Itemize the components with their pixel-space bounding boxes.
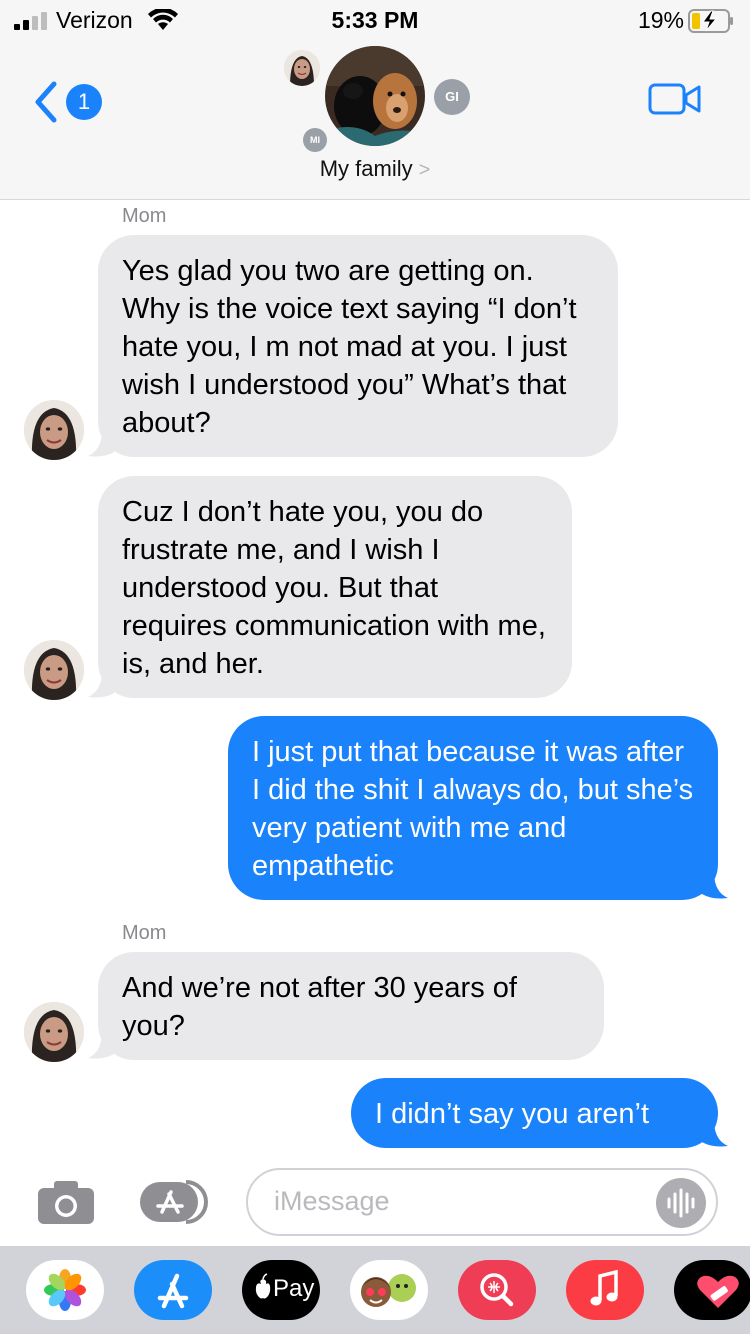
- bubble-tail: [88, 430, 114, 457]
- sender-name: Mom: [122, 922, 167, 944]
- group-photo-avatar[interactable]: [325, 46, 425, 146]
- group-name-label: My family: [319, 156, 413, 181]
- status-bar: Verizon 5:33 PM 19%: [0, 0, 750, 40]
- back-button[interactable]: 1: [32, 80, 102, 124]
- bubble-tail: [88, 671, 114, 698]
- compose-bar: iMessage: [0, 1158, 750, 1248]
- music-icon[interactable]: [566, 1260, 644, 1320]
- bubble-tail: [702, 872, 728, 899]
- mom-avatar[interactable]: [24, 1002, 84, 1062]
- mom-avatar[interactable]: [24, 400, 84, 460]
- mom-avatar[interactable]: [24, 640, 84, 700]
- apple-pay-label: Pay: [273, 1275, 315, 1302]
- imessage-input[interactable]: iMessage: [246, 1168, 718, 1236]
- battery-percent: 19%: [637, 7, 684, 33]
- chevron-left-icon: [35, 81, 57, 123]
- waveform-icon: [667, 1188, 695, 1218]
- app-store-apps-icon[interactable]: [138, 1178, 214, 1226]
- memoji-icon[interactable]: [350, 1260, 428, 1320]
- bubble-tail: [702, 1120, 728, 1147]
- audio-message-button[interactable]: [656, 1178, 706, 1228]
- heart-sticker-icon[interactable]: [674, 1260, 750, 1320]
- camera-icon[interactable]: [36, 1178, 96, 1226]
- apple-pay-icon[interactable]: Pay: [242, 1260, 320, 1320]
- imessage-app-drawer: Pay: [0, 1246, 750, 1334]
- bubble-tail: [88, 1032, 114, 1059]
- unread-count-badge: 1: [66, 84, 102, 120]
- battery-charging-icon: [688, 9, 733, 33]
- photos-icon[interactable]: [26, 1260, 104, 1320]
- messages-screen: Verizon 5:33 PM 19% 1 GI MI My family > …: [0, 0, 750, 1334]
- outgoing-message-bubble[interactable]: I just put that because it was after I d…: [228, 716, 718, 900]
- incoming-message-bubble[interactable]: Yes glad you two are getting on. Why is …: [98, 235, 618, 457]
- imessage-placeholder: iMessage: [274, 1186, 390, 1216]
- image-search-icon[interactable]: [458, 1260, 536, 1320]
- outgoing-message-bubble[interactable]: I didn’t say you aren’t: [351, 1078, 718, 1148]
- facetime-video-icon[interactable]: [648, 82, 702, 116]
- incoming-message-bubble[interactable]: Cuz I don’t hate you, you do frustrate m…: [98, 476, 572, 698]
- member-avatar-photo: [284, 50, 320, 86]
- member-avatar-initials: MI: [303, 128, 327, 152]
- incoming-message-bubble[interactable]: And we’re not after 30 years of you?: [98, 952, 604, 1060]
- member-avatar-initials: GI: [434, 79, 470, 115]
- group-name-button[interactable]: My family >: [0, 156, 750, 182]
- chevron-right-icon: >: [418, 159, 431, 181]
- sender-name: Mom: [122, 205, 167, 227]
- app-store-icon[interactable]: [134, 1260, 212, 1320]
- conversation-header: 1 GI MI My family >: [0, 40, 750, 200]
